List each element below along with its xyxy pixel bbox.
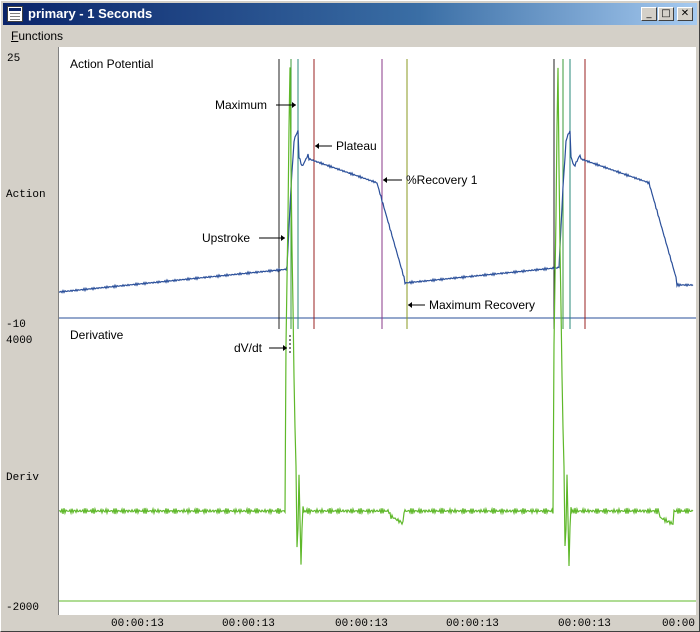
action-potential-trace (59, 130, 694, 294)
bottom-axis-max: 4000 (6, 335, 33, 347)
plot-area[interactable]: Action Potential Derivative Maximum Plat… (58, 47, 696, 615)
annotation-dvdt: dV/dt (234, 341, 263, 355)
time-label: 00:00:13 (662, 618, 696, 630)
maximize-button[interactable]: □ (658, 7, 674, 21)
menu-item-functions[interactable]: Functions (11, 28, 63, 44)
minimize-button[interactable]: _ (641, 7, 657, 21)
annotation-maximum: Maximum (215, 98, 267, 112)
top-axis-max: 25 (7, 53, 21, 65)
bottom-axis-min: -2000 (6, 602, 40, 614)
window-icon[interactable] (7, 6, 23, 22)
time-label: 00:00:13 (222, 618, 275, 630)
time-label: 00:00:13 (335, 618, 388, 630)
time-label: 00:00:13 (446, 618, 499, 630)
top-axis-min: -10 (6, 319, 26, 331)
menu-functions-label: unctions (18, 29, 64, 43)
bottom-axis-name: Deriv (6, 472, 40, 484)
window-title: primary - 1 Seconds (28, 6, 153, 21)
arrowhead-recovery (383, 177, 387, 183)
arrowhead-upstroke (281, 235, 285, 241)
annotation-upstroke: Upstroke (202, 231, 250, 245)
arrowhead-max-recovery (408, 302, 412, 308)
close-button[interactable]: ✕ (677, 7, 693, 21)
arrowhead-plateau (315, 143, 319, 149)
annotation-recovery: %Recovery 1 (406, 173, 478, 187)
arrowhead-maximum (292, 102, 296, 108)
time-label: 00:00:13 (558, 618, 611, 630)
plot-canvas: Action Potential Derivative Maximum Plat… (59, 57, 696, 602)
annotation-plateau: Plateau (336, 139, 377, 153)
title-bar[interactable]: primary - 1 Seconds _ □ ✕ (3, 3, 697, 25)
annotation-max-recovery: Maximum Recovery (429, 298, 535, 312)
derivative-panel-title: Derivative (70, 328, 124, 342)
menu-bar: Functions (3, 26, 697, 46)
action-panel-title: Action Potential (70, 57, 153, 71)
app-window: primary - 1 Seconds _ □ ✕ Functions 25 A… (0, 0, 700, 632)
time-label: 00:00:13 (111, 618, 164, 630)
top-axis-name: Action (6, 189, 46, 201)
